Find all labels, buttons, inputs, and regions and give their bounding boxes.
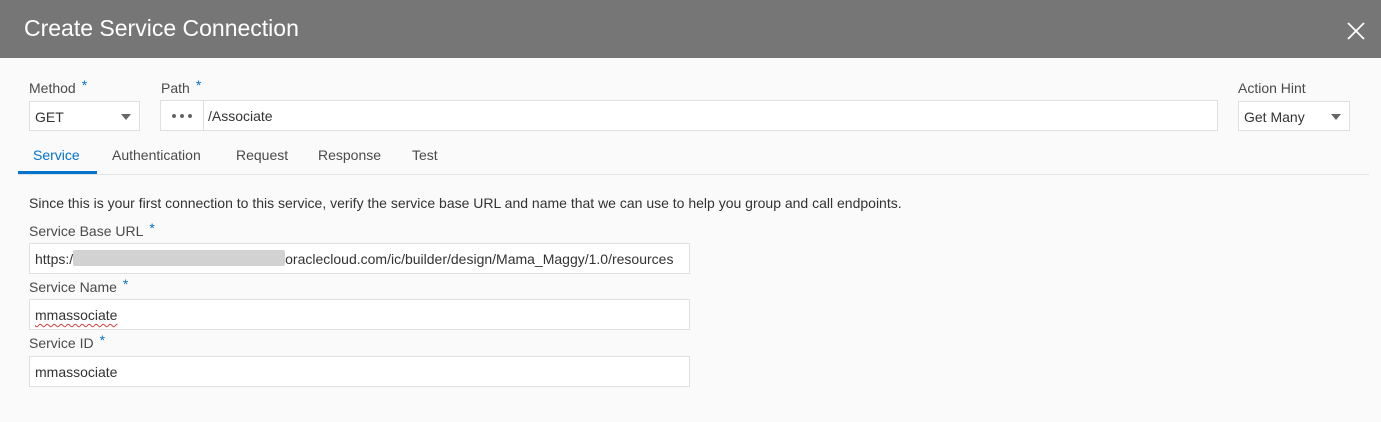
required-mark: * (122, 276, 129, 292)
tab-response[interactable]: Response (318, 140, 388, 174)
tab-divider (18, 174, 1369, 175)
dialog-title: Create Service Connection (24, 15, 299, 41)
path-input[interactable]: /Associate (208, 108, 273, 124)
redacted-text (73, 250, 286, 267)
service-name-input[interactable]: mmassociate (29, 299, 690, 330)
required-mark: * (81, 77, 88, 93)
service-base-url-label: Service Base URL * (29, 220, 155, 239)
tab-service[interactable]: Service (18, 140, 97, 174)
dialog-titlebar: Create Service Connection (0, 0, 1381, 58)
action-hint-value: Get Many (1244, 109, 1305, 125)
service-name-value: mmassociate (35, 307, 118, 323)
service-base-url-input[interactable]: https:/oraclecloud.com/ic/builder/design… (29, 243, 690, 274)
required-mark: * (195, 77, 202, 93)
path-field: /Associate (160, 100, 1218, 131)
method-label: Method * (29, 77, 88, 96)
service-name-label: Service Name * (29, 276, 129, 295)
dialog-content: Method * GET Path * /Associate Action Hint… (0, 58, 1381, 422)
close-icon[interactable] (1343, 18, 1369, 44)
action-hint-select[interactable]: Get Many (1238, 101, 1350, 131)
service-id-value: mmassociate (35, 364, 118, 380)
chevron-down-icon (121, 114, 131, 120)
action-hint-label: Action Hint (1238, 80, 1306, 96)
required-mark: * (99, 332, 106, 348)
method-value: GET (35, 109, 64, 125)
chevron-down-icon (1331, 114, 1341, 120)
required-mark: * (149, 220, 155, 236)
path-label: Path * (161, 77, 202, 96)
method-select[interactable]: GET (29, 101, 140, 131)
info-text: Since this is your first connection to t… (29, 195, 902, 211)
tab-authentication[interactable]: Authentication (112, 140, 212, 174)
ellipsis-icon[interactable] (161, 101, 204, 130)
service-id-input[interactable]: mmassociate (29, 356, 690, 387)
service-id-label: Service ID * (29, 332, 106, 351)
tab-test[interactable]: Test (412, 140, 452, 174)
tab-request[interactable]: Request (236, 140, 296, 174)
